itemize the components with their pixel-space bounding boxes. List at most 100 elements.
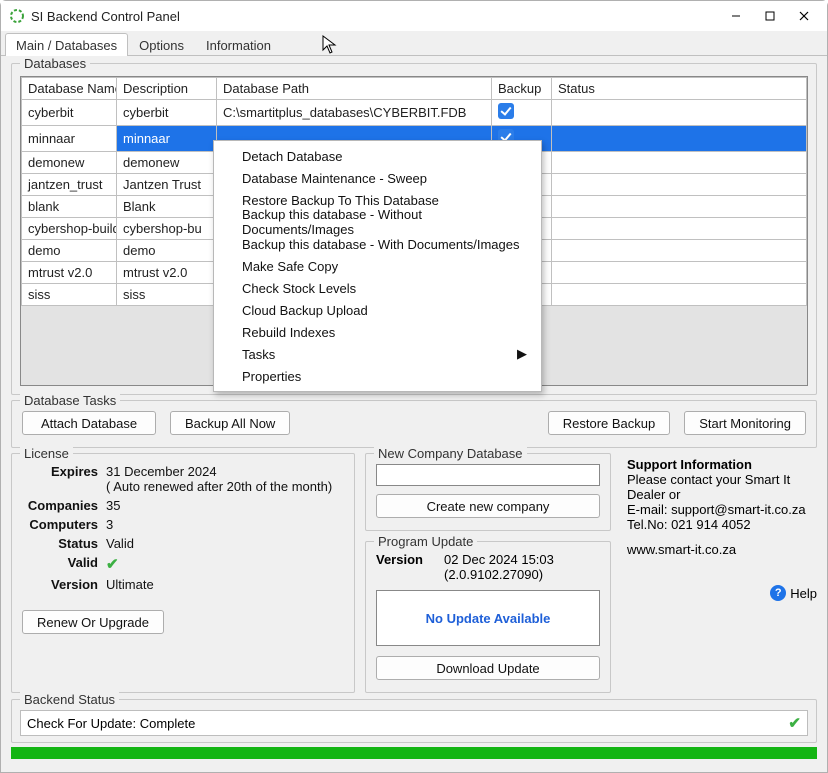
database-tasks-label: Database Tasks [20,393,120,408]
table-cell[interactable]: siss [117,284,217,306]
license-status-label: Status [22,536,98,551]
support-tel-line: Tel.No: 021 914 4052 [627,517,811,532]
table-cell[interactable]: minnaar [22,126,117,152]
table-cell[interactable]: cyberbit [22,100,117,126]
tab-options[interactable]: Options [128,33,195,56]
database-tasks-group: Database Tasks Attach Database Backup Al… [11,400,817,448]
tab-main-databases[interactable]: Main / Databases [5,33,128,56]
license-companies-value: 35 [106,498,344,513]
context-menu: Detach DatabaseDatabase Maintenance - Sw… [213,140,542,392]
support-email[interactable]: support@smart-it.co.za [671,502,806,517]
table-cell[interactable]: jantzen_trust [22,174,117,196]
cursor-icon [322,35,338,58]
minimize-button[interactable] [719,3,753,29]
support-panel: Support Information Please contact your … [621,453,817,693]
col-header-name[interactable]: Database Name [22,78,117,100]
table-cell[interactable]: demonew [117,152,217,174]
attach-database-button[interactable]: Attach Database [22,411,156,435]
checkbox-checked-icon[interactable] [498,103,514,119]
table-cell[interactable] [552,218,807,240]
update-status-box: No Update Available [376,590,600,646]
table-row[interactable]: cyberbitcyberbitC:\smartitplus_databases… [22,100,807,126]
maximize-button[interactable] [753,3,787,29]
license-expires-value: 31 December 2024 ( Auto renewed after 20… [106,464,344,494]
table-cell[interactable]: blank [22,196,117,218]
help-link[interactable]: Help [790,586,817,601]
tab-information[interactable]: Information [195,33,282,56]
table-cell[interactable]: demo [117,240,217,262]
col-header-description[interactable]: Description [117,78,217,100]
table-cell[interactable] [492,100,552,126]
table-cell[interactable]: Jantzen Trust [117,174,217,196]
table-cell[interactable]: demo [22,240,117,262]
context-menu-item[interactable]: Tasks▶ [214,343,541,365]
submenu-arrow-icon: ▶ [517,346,527,362]
new-company-label: New Company Database [374,446,527,461]
backend-status-text: Check For Update: Complete ✔ [20,710,808,736]
program-update-panel: Program Update Version 02 Dec 2024 15:03… [365,541,611,693]
renew-or-upgrade-button[interactable]: Renew Or Upgrade [22,610,164,634]
backup-all-now-button[interactable]: Backup All Now [170,411,290,435]
support-contact-line: Please contact your Smart It Dealer or [627,472,811,502]
create-new-company-button[interactable]: Create new company [376,494,600,518]
table-cell[interactable]: cybershop-bu [117,218,217,240]
col-header-backup[interactable]: Backup [492,78,552,100]
context-menu-item[interactable]: Database Maintenance - Sweep [214,167,541,189]
table-cell[interactable]: mtrust v2.0 [117,262,217,284]
table-cell[interactable]: siss [22,284,117,306]
table-cell[interactable]: Blank [117,196,217,218]
table-cell[interactable]: cybershop-builders [22,218,117,240]
license-expires-label: Expires [22,464,98,494]
new-company-panel: New Company Database Create new company [365,453,611,531]
databases-group-label: Databases [20,56,90,71]
context-menu-item[interactable]: Rebuild Indexes [214,321,541,343]
backend-status-group: Backend Status Check For Update: Complet… [11,699,817,743]
table-cell[interactable] [552,284,807,306]
restore-backup-button[interactable]: Restore Backup [548,411,671,435]
col-header-path[interactable]: Database Path [217,78,492,100]
table-cell[interactable] [552,196,807,218]
context-menu-item[interactable]: Backup this database - With Documents/Im… [214,233,541,255]
check-icon: ✔ [788,714,801,732]
table-cell[interactable]: minnaar [117,126,217,152]
start-monitoring-button[interactable]: Start Monitoring [684,411,806,435]
license-panel: License Expires 31 December 2024 ( Auto … [11,453,355,693]
support-email-line: E-mail: support@smart-it.co.za [627,502,811,517]
table-cell[interactable]: mtrust v2.0 [22,262,117,284]
license-version-label: Version [22,577,98,592]
support-website[interactable]: www.smart-it.co.za [627,542,811,557]
context-menu-item[interactable]: Make Safe Copy [214,255,541,277]
table-cell[interactable] [552,240,807,262]
app-icon [9,8,25,24]
license-computers-value: 3 [106,517,344,532]
table-cell[interactable] [552,262,807,284]
title-bar: SI Backend Control Panel [1,1,827,31]
table-cell[interactable]: cyberbit [117,100,217,126]
license-label: License [20,446,73,461]
table-cell[interactable]: demonew [22,152,117,174]
backend-status-label: Backend Status [20,692,119,707]
context-menu-item[interactable]: Cloud Backup Upload [214,299,541,321]
table-cell[interactable] [552,152,807,174]
progress-bar [11,747,817,759]
license-version-value: Ultimate [106,577,344,592]
new-company-name-input[interactable] [376,464,600,486]
close-button[interactable] [787,3,821,29]
check-icon: ✔ [106,556,119,573]
program-update-label: Program Update [374,534,477,549]
update-version-label: Version [376,552,438,582]
tab-strip: Main / Databases Options Information [1,31,827,56]
table-cell[interactable] [552,100,807,126]
context-menu-item[interactable]: Check Stock Levels [214,277,541,299]
col-header-status[interactable]: Status [552,78,807,100]
help-icon[interactable]: ? [770,585,786,601]
download-update-button[interactable]: Download Update [376,656,600,680]
license-computers-label: Computers [22,517,98,532]
context-menu-item[interactable]: Detach Database [214,145,541,167]
table-cell[interactable] [552,174,807,196]
table-cell[interactable] [552,126,807,152]
context-menu-item[interactable]: Backup this database - Without Documents… [214,211,541,233]
support-heading: Support Information [627,457,752,472]
context-menu-item[interactable]: Properties [214,365,541,387]
table-cell[interactable]: C:\smartitplus_databases\CYBERBIT.FDB [217,100,492,126]
